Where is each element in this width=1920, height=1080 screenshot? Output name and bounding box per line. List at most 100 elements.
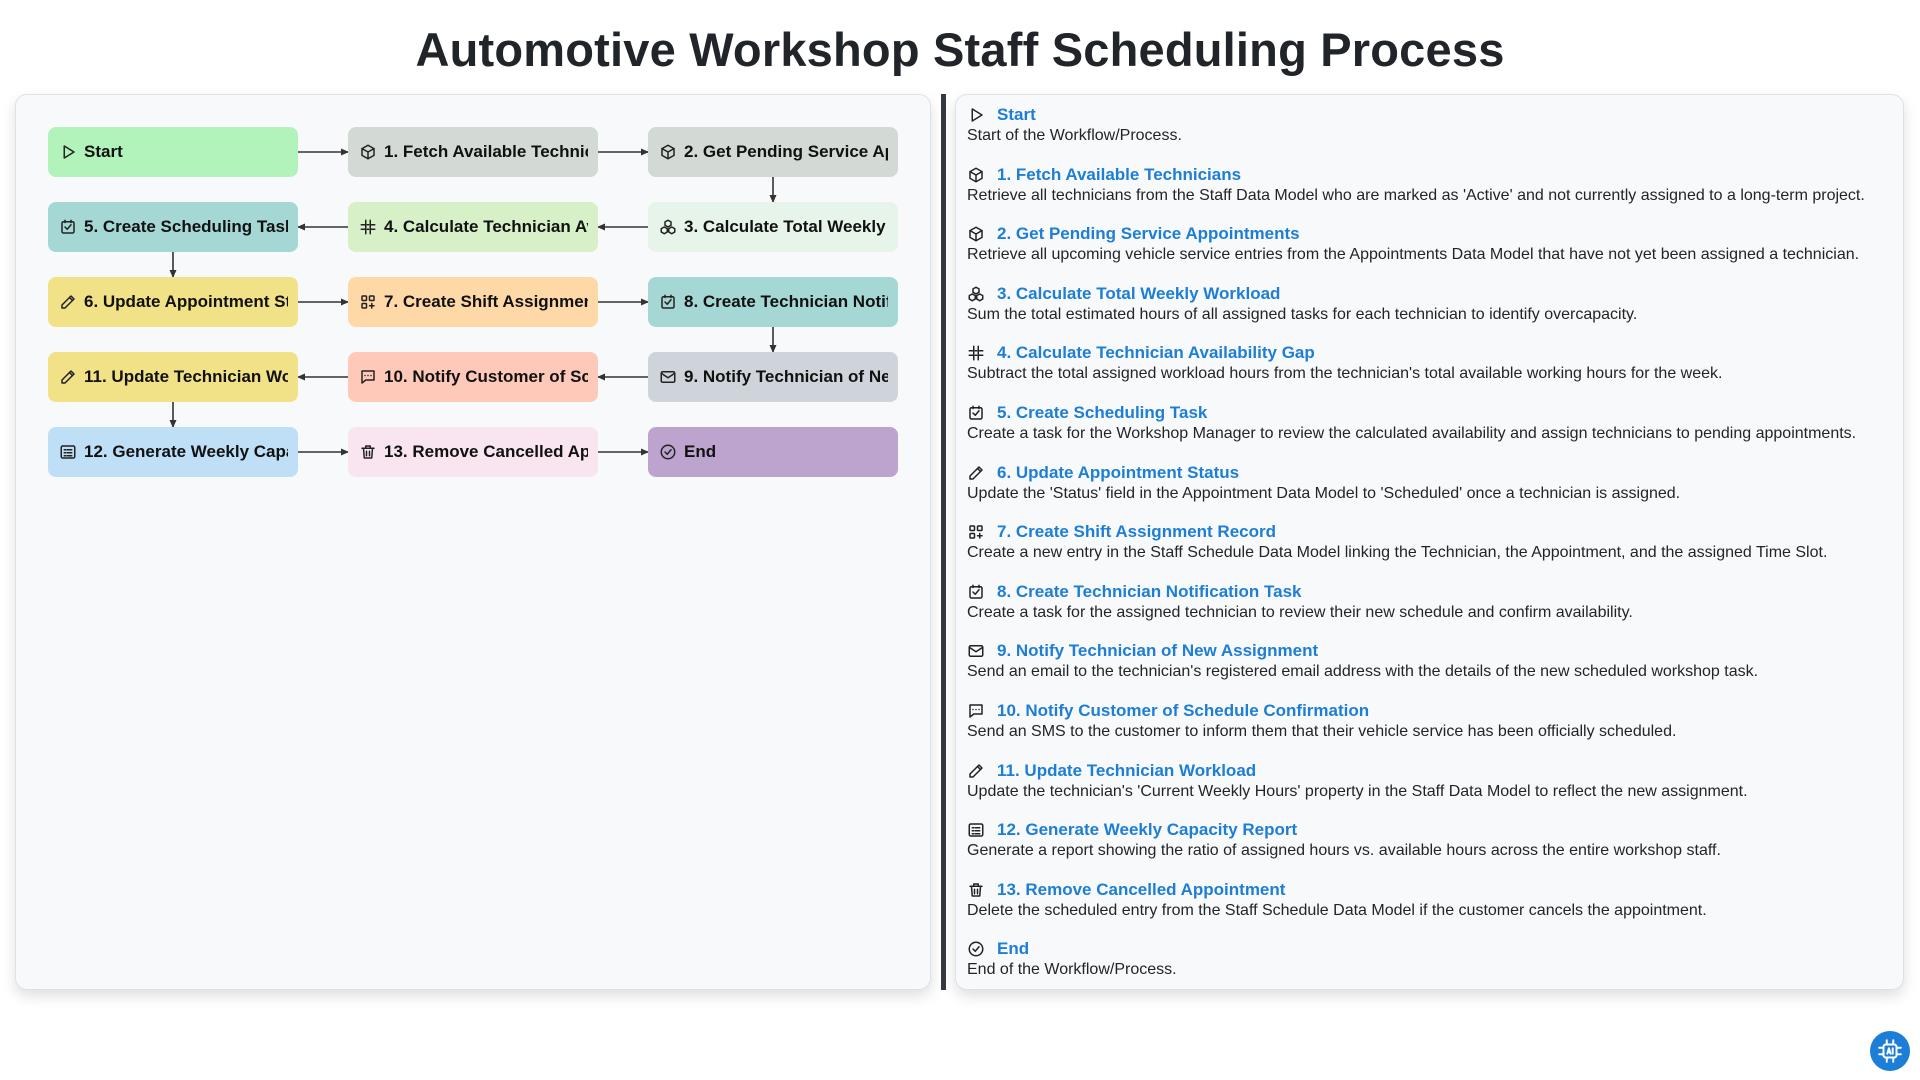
node-start[interactable]: Start xyxy=(48,127,298,177)
edit-icon xyxy=(59,293,77,311)
step-header: Start xyxy=(967,105,1897,125)
step-header: End xyxy=(967,939,1897,959)
mail-icon xyxy=(659,368,677,386)
step-title[interactable]: 13. Remove Cancelled Appointment xyxy=(997,880,1285,900)
grid-plus-icon xyxy=(967,523,985,541)
step-title[interactable]: 11. Update Technician Workload xyxy=(997,761,1256,781)
step-description: Create a task for the assigned technicia… xyxy=(967,603,1633,621)
report-icon xyxy=(967,821,985,839)
step-title[interactable]: 8. Create Technician Notification Task xyxy=(997,582,1302,602)
step-item: 12. Generate Weekly Capacity Report Gener… xyxy=(967,820,1897,860)
step-list-panel: Start Start of the Workflow/Process. 1. Fe… xyxy=(955,94,1904,990)
node-label: 11. Update Technician Workload xyxy=(84,367,288,386)
cubes-stack-icon xyxy=(967,285,985,303)
cube-icon xyxy=(967,225,985,243)
node-label: 5. Create Scheduling Task xyxy=(84,217,288,236)
step-item: 1. Fetch Available Technicians Retrieve a… xyxy=(967,165,1897,205)
checkbox-icon xyxy=(659,293,677,311)
sms-icon xyxy=(359,368,377,386)
ai-assistant-button[interactable] xyxy=(1870,1031,1910,1071)
step-description: Create a task for the Workshop Manager t… xyxy=(967,425,1857,442)
step-description: Retrieve all upcoming vehicle service en… xyxy=(967,246,1860,264)
step-description: Subtract the total assigned workload hou… xyxy=(967,365,1723,383)
node-n4[interactable]: 4. Calculate Technician Availability Gap xyxy=(348,202,598,252)
step-item: 6. Update Appointment Status Update the '… xyxy=(967,463,1897,503)
step-item: Start Start of the Workflow/Process. xyxy=(967,105,1897,145)
step-title[interactable]: 3. Calculate Total Weekly Workload xyxy=(997,284,1280,304)
node-label: 10. Notify Customer of Schedule Confirma… xyxy=(384,367,588,386)
node-n10[interactable]: 10. Notify Customer of Schedule Confirma… xyxy=(348,352,598,402)
mail-icon xyxy=(967,642,985,660)
step-title[interactable]: 12. Generate Weekly Capacity Report xyxy=(997,820,1297,840)
step-title[interactable]: 4. Calculate Technician Availability Gap xyxy=(997,343,1315,363)
step-title[interactable]: 6. Update Appointment Status xyxy=(997,463,1239,483)
node-n7[interactable]: 7. Create Shift Assignment Record xyxy=(348,277,598,327)
step-header: 3. Calculate Total Weekly Workload xyxy=(967,284,1897,304)
node-n5[interactable]: 5. Create Scheduling Task xyxy=(48,202,298,252)
step-header: 11. Update Technician Workload xyxy=(967,761,1897,781)
node-label: End xyxy=(684,442,717,461)
step-title[interactable]: 9. Notify Technician of New Assignment xyxy=(997,641,1318,661)
cubes-stack-icon xyxy=(659,218,677,236)
checkbox-icon xyxy=(967,404,985,422)
step-item: End End of the Workflow/Process. xyxy=(967,939,1897,979)
diagram-panel: Start 1. Fetch Available Technicians 2. Ge… xyxy=(15,94,931,990)
node-n6[interactable]: 6. Update Appointment Status xyxy=(48,277,298,327)
edit-icon xyxy=(967,762,985,780)
step-description: Generate a report showing the ratio of a… xyxy=(967,842,1721,860)
step-header: 5. Create Scheduling Task xyxy=(967,403,1897,423)
step-title[interactable]: 5. Create Scheduling Task xyxy=(997,403,1207,423)
trash-icon xyxy=(359,443,377,461)
node-n8[interactable]: 8. Create Technician Notification Task xyxy=(648,277,898,327)
step-item: 7. Create Shift Assignment Record Create … xyxy=(967,522,1897,562)
step-item: 13. Remove Cancelled Appointment Delete t… xyxy=(967,880,1897,920)
step-description: Update the technician's 'Current Weekly … xyxy=(967,782,1748,800)
step-header: 10. Notify Customer of Schedule Confirma… xyxy=(967,701,1897,721)
step-item: 5. Create Scheduling Task Create a task f… xyxy=(967,403,1897,443)
step-header: 12. Generate Weekly Capacity Report xyxy=(967,820,1897,840)
node-n3[interactable]: 3. Calculate Total Weekly Workload xyxy=(648,202,898,252)
step-title[interactable]: 7. Create Shift Assignment Record xyxy=(997,522,1276,542)
node-end[interactable]: End xyxy=(648,427,898,477)
node-n2[interactable]: 2. Get Pending Service Appointments xyxy=(648,127,898,177)
node-label: 1. Fetch Available Technicians xyxy=(384,142,588,161)
node-n1[interactable]: 1. Fetch Available Technicians xyxy=(348,127,598,177)
sms-icon xyxy=(967,702,985,720)
check-circle-icon xyxy=(967,940,985,958)
node-label: 8. Create Technician Notification Task xyxy=(684,292,888,311)
node-label: 3. Calculate Total Weekly Workload xyxy=(684,217,888,236)
step-item: 11. Update Technician Workload Update the… xyxy=(967,761,1897,801)
panel-divider[interactable] xyxy=(941,94,946,990)
trash-icon xyxy=(967,881,985,899)
step-title[interactable]: 2. Get Pending Service Appointments xyxy=(997,224,1300,244)
page-title: Automotive Workshop Staff Scheduling Pro… xyxy=(415,23,1505,76)
step-header: 2. Get Pending Service Appointments xyxy=(967,224,1897,244)
step-item: 4. Calculate Technician Availability Gap… xyxy=(967,343,1897,383)
step-header: 4. Calculate Technician Availability Gap xyxy=(967,343,1897,363)
step-title[interactable]: 1. Fetch Available Technicians xyxy=(997,165,1241,185)
step-title[interactable]: End xyxy=(997,939,1029,959)
step-description: Retrieve all technicians from the Staff … xyxy=(967,186,1865,204)
step-description: Update the 'Status' field in the Appoint… xyxy=(967,484,1681,502)
step-title[interactable]: Start xyxy=(997,105,1036,125)
step-item: 10. Notify Customer of Schedule Confirma… xyxy=(967,701,1897,741)
step-description: End of the Workflow/Process. xyxy=(967,961,1177,979)
node-n12[interactable]: 12. Generate Weekly Capacity Report xyxy=(48,427,298,477)
node-label: Start xyxy=(84,142,123,161)
checkbox-icon xyxy=(967,583,985,601)
step-header: 1. Fetch Available Technicians xyxy=(967,165,1897,185)
step-description: Send an email to the technician's regist… xyxy=(967,663,1759,681)
step-header: 8. Create Technician Notification Task xyxy=(967,582,1897,602)
node-n13[interactable]: 13. Remove Cancelled Appointment xyxy=(348,427,598,477)
edit-icon xyxy=(967,464,985,482)
step-item: 2. Get Pending Service Appointments Retri… xyxy=(967,224,1897,264)
step-header: 7. Create Shift Assignment Record xyxy=(967,522,1897,542)
step-title[interactable]: 10. Notify Customer of Schedule Confirma… xyxy=(997,701,1369,721)
node-n9[interactable]: 9. Notify Technician of New Assignment xyxy=(648,352,898,402)
cube-icon xyxy=(967,166,985,184)
ai-chip-icon xyxy=(1877,1038,1903,1064)
node-label: 13. Remove Cancelled Appointment xyxy=(384,442,588,461)
hash-icon xyxy=(967,344,985,362)
step-description: Start of the Workflow/Process. xyxy=(967,127,1182,144)
node-n11[interactable]: 11. Update Technician Workload xyxy=(48,352,298,402)
